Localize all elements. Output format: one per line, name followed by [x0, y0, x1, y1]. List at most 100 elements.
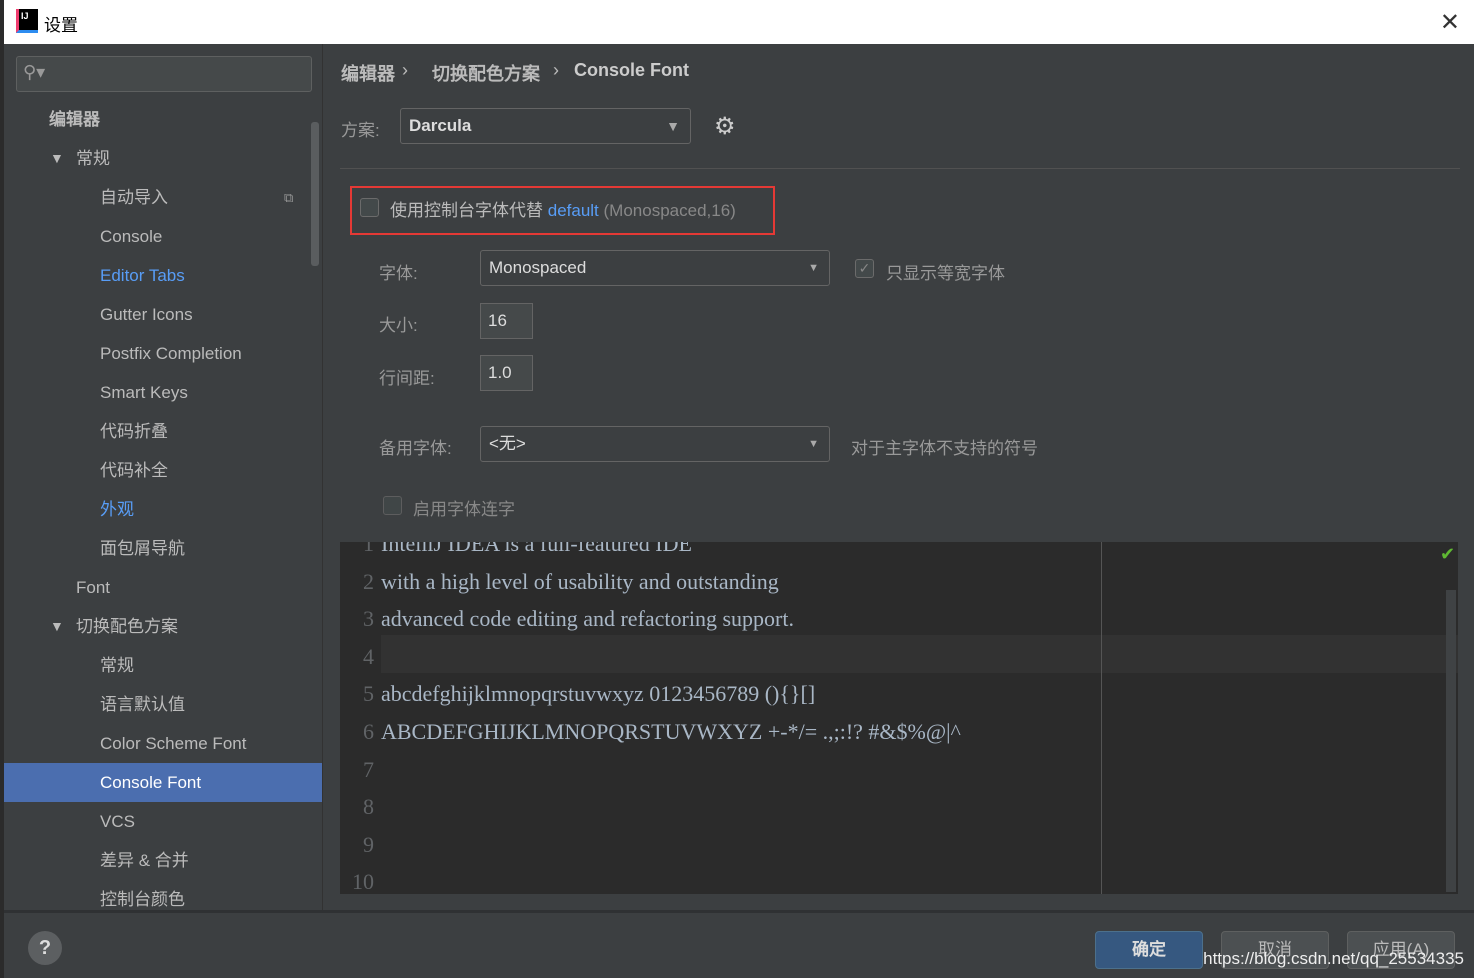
editor-scrollbar[interactable] — [1446, 590, 1456, 892]
search-icon: ⚲▾ — [23, 62, 46, 82]
breadcrumb-current: Console Font — [574, 60, 689, 80]
watermark: https://blog.csdn.net/qq_25534335 — [1203, 949, 1464, 968]
fallback-font-value: <无> — [489, 434, 526, 453]
scheme-dropdown[interactable]: Darcula ▼ — [400, 108, 691, 144]
font-preview-editor[interactable]: ✔ 1 IntelliJ IDEA is a full-featured IDE 2… — [340, 542, 1458, 894]
sidebar-item[interactable]: 控制台颜色 — [4, 880, 322, 910]
size-input[interactable]: 16 — [480, 303, 533, 339]
line-number: 6 — [363, 719, 374, 744]
fallback-font-hint: 对于主字体不支持的符号 — [851, 439, 1038, 458]
sidebar-item-label: 控制台颜色 — [100, 890, 185, 909]
sidebar-item-label: Gutter Icons — [100, 305, 193, 324]
breadcrumb-item[interactable]: 切换配色方案 — [432, 60, 540, 86]
fallback-font-dropdown[interactable]: <无> ▼ — [480, 426, 830, 462]
gear-icon[interactable]: ⚙ — [714, 112, 736, 141]
mono-only-label: 只显示等宽字体 — [886, 264, 1005, 283]
settings-sidebar: ⚲▾ 编辑器 ▼ 常规 自动导入 ⧉ Console Editor Tabs Gutter I… — [4, 44, 323, 910]
sidebar-item[interactable]: Gutter Icons — [4, 295, 322, 334]
scheme-value: Darcula — [409, 116, 472, 135]
sidebar-item-label: 编辑器 — [49, 110, 100, 129]
sidebar-item[interactable]: Postfix Completion — [4, 334, 322, 373]
sidebar-item-label: 常规 — [76, 149, 110, 168]
sidebar-item[interactable]: VCS — [4, 802, 322, 841]
scheme-label: 方案: — [341, 121, 380, 140]
copy-icon: ⧉ — [284, 190, 294, 205]
default-font-link[interactable]: default — [548, 201, 599, 220]
sidebar-item-label: 常规 — [100, 656, 134, 675]
sidebar-item-label: 代码补全 — [100, 461, 168, 480]
sidebar-item[interactable]: Smart Keys — [4, 373, 322, 412]
sidebar-item[interactable]: 常规 — [4, 646, 322, 685]
ligatures-checkbox[interactable] — [383, 496, 402, 515]
line-number: 4 — [363, 643, 374, 669]
sidebar-item[interactable]: 语言默认值 — [4, 685, 322, 724]
size-label: 大小: — [379, 316, 418, 335]
help-button[interactable]: ? — [28, 931, 62, 965]
line-spacing-input[interactable]: 1.0 — [480, 355, 533, 391]
search-input[interactable]: ⚲▾ — [16, 56, 312, 92]
font-label: 字体: — [379, 264, 418, 283]
sidebar-item[interactable]: ▼ 切换配色方案 — [4, 607, 322, 646]
line-spacing-label: 行间距: — [379, 369, 435, 388]
sidebar-item[interactable]: Color Scheme Font — [4, 724, 322, 763]
line-number: 2 — [363, 568, 374, 594]
sidebar-item-label: 差异 & 合并 — [100, 851, 189, 870]
expand-triangle-icon[interactable]: ▼ — [50, 139, 64, 178]
sidebar-item[interactable]: 自动导入 ⧉ — [4, 178, 322, 217]
code-line: IntelliJ IDEA is a full-featured IDE — [381, 542, 692, 556]
ok-button[interactable]: 确定 — [1095, 931, 1203, 969]
line-number: 8 — [363, 794, 374, 820]
use-console-font-checkbox[interactable] — [360, 198, 379, 217]
sidebar-item-label: 自动导入 — [100, 188, 168, 207]
inspection-ok-icon: ✔ — [1440, 544, 1456, 564]
font-value: Monospaced — [489, 258, 587, 277]
line-number: 3 — [363, 606, 374, 632]
sidebar-item[interactable]: 代码补全 — [4, 451, 322, 490]
chevron-down-icon: ▼ — [808, 438, 819, 450]
fallback-font-label: 备用字体: — [379, 439, 452, 458]
sidebar-item[interactable]: Console Font — [4, 763, 322, 802]
sidebar-item[interactable]: 差异 & 合并 — [4, 841, 322, 880]
sidebar-item-label: Color Scheme Font — [100, 734, 247, 753]
sidebar-item-label: 切换配色方案 — [76, 617, 178, 636]
ligatures-label: 启用字体连字 — [413, 500, 515, 519]
close-icon[interactable]: ✕ — [1440, 8, 1460, 37]
title-bar: IJ 设置 ✕ — [4, 0, 1474, 44]
sidebar-item-label: Console Font — [100, 773, 202, 792]
line-number: 9 — [363, 831, 374, 857]
right-margin-guide — [1101, 542, 1102, 894]
font-dropdown[interactable]: Monospaced ▼ — [480, 250, 830, 286]
sidebar-item-label: 外观 — [100, 500, 134, 519]
sidebar-item-label: 语言默认值 — [100, 695, 185, 714]
sidebar-item[interactable]: ▼ 常规 — [4, 139, 322, 178]
mono-only-checkbox[interactable]: ✓ — [855, 259, 874, 278]
breadcrumb-item[interactable]: 编辑器 — [341, 60, 395, 86]
chevron-down-icon: ▼ — [808, 262, 819, 274]
sidebar-item-label: Postfix Completion — [100, 344, 242, 363]
code-line: advanced code editing and refactoring su… — [381, 606, 794, 632]
sidebar-item-label: Font — [76, 578, 111, 597]
current-line-highlight — [381, 635, 1458, 673]
sidebar-item[interactable]: Console — [4, 217, 322, 256]
sidebar-item[interactable]: 编辑器 — [4, 100, 322, 139]
use-console-font-label: 使用控制台字体代替 — [390, 201, 543, 220]
sidebar-item[interactable]: 面包屑导航 — [4, 529, 322, 568]
dialog-footer: ? 确定 取消 应用(A) https://blog.csdn.net/qq_2… — [4, 910, 1474, 978]
sidebar-item-label: Smart Keys — [100, 383, 188, 402]
settings-main: 编辑器 › 切换配色方案 › Console Font 方案: Darcula ▼… — [324, 44, 1474, 910]
sidebar-item-label: 代码折叠 — [100, 422, 168, 441]
sidebar-item-label: Console — [100, 227, 163, 246]
sidebar-item[interactable]: Editor Tabs — [4, 256, 322, 295]
intellij-logo-icon: IJ — [16, 9, 38, 33]
code-line: abcdefghijklmnopqrstuvwxyz 0123456789 ()… — [381, 681, 816, 707]
sidebar-item-label: VCS — [100, 812, 135, 831]
window-title: 设置 — [44, 16, 78, 35]
sidebar-item[interactable]: 代码折叠 — [4, 412, 322, 451]
sidebar-item-label: 面包屑导航 — [100, 539, 185, 558]
sidebar-item[interactable]: Font — [4, 568, 322, 607]
line-number: 1 — [363, 542, 374, 556]
divider — [340, 168, 1460, 169]
expand-triangle-icon[interactable]: ▼ — [50, 607, 64, 646]
sidebar-item[interactable]: 外观 — [4, 490, 322, 529]
chevron-down-icon: ▼ — [666, 118, 680, 134]
